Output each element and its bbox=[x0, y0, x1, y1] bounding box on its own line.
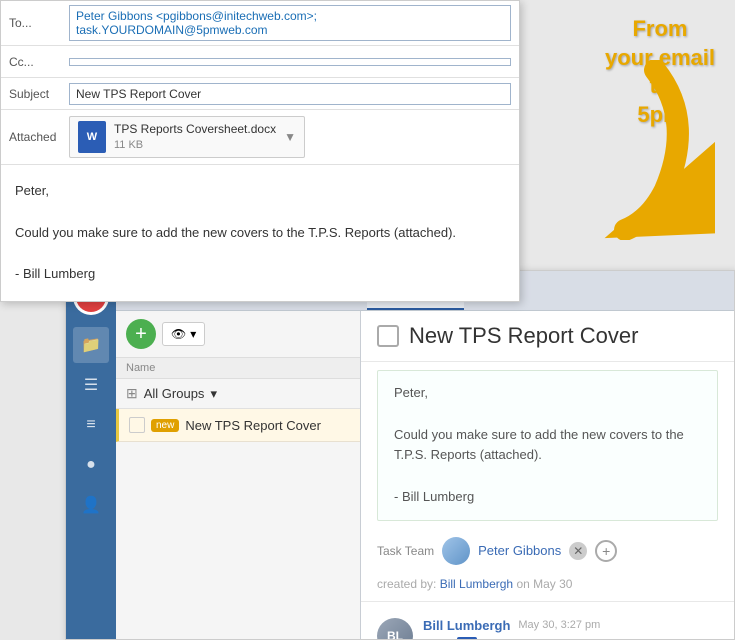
email-panel: To... Peter Gibbons <pgibbons@initechweb… bbox=[0, 0, 520, 302]
sidebar: n 📁 ☰ ≡ ● 👤 bbox=[66, 271, 116, 639]
to-label: To... bbox=[9, 16, 69, 30]
add-task-button[interactable]: + bbox=[126, 319, 156, 349]
attachment-info: TPS Reports Coversheet.docx 11 KB bbox=[114, 121, 276, 153]
team-label: Task Team bbox=[377, 544, 434, 558]
desc-main: Could you make sure to add the new cover… bbox=[394, 425, 701, 467]
member-avatar bbox=[442, 537, 470, 565]
created-label: created by: bbox=[377, 577, 436, 591]
to-field[interactable]: Peter Gibbons <pgibbons@initechweb.com>;… bbox=[69, 5, 511, 41]
app-panel: n 📁 ☰ ≡ ● 👤 📁 Projects ✓ My Tasks ℹ 💬 Ac… bbox=[65, 270, 735, 640]
attachment-name: TPS Reports Coversheet.docx bbox=[114, 121, 276, 138]
avatar-image bbox=[442, 537, 470, 565]
created-on-text: on May 30 bbox=[516, 577, 572, 591]
view-button[interactable]: 👁 ▾ bbox=[162, 322, 205, 346]
main-content: 📁 Projects ✓ My Tasks ℹ 💬 Activity Files bbox=[116, 271, 734, 639]
eye-icon: 👁 bbox=[171, 327, 186, 341]
attachment-dropdown-icon[interactable]: ▼ bbox=[284, 130, 296, 144]
activity-avatar: BL bbox=[377, 618, 413, 639]
email-main-text: Could you make sure to add the new cover… bbox=[15, 223, 505, 244]
annotation-arrow: From your email to 5pm bbox=[525, 10, 725, 210]
email-subject-row: Subject New TPS Report Cover bbox=[1, 78, 519, 110]
task-item[interactable]: new New TPS Report Cover bbox=[116, 409, 360, 442]
task-detail-checkbox[interactable] bbox=[377, 325, 399, 347]
created-by-name[interactable]: Bill Lumbergh bbox=[440, 577, 513, 591]
email-body: Peter, Could you make sure to add the ne… bbox=[1, 165, 519, 301]
task-checkbox[interactable] bbox=[129, 417, 145, 433]
activity-time: May 30, 3:27 pm bbox=[518, 619, 600, 631]
word-icon: W bbox=[78, 121, 106, 153]
task-description: Peter, Could you make sure to add the ne… bbox=[377, 370, 718, 521]
activity-person-name: Bill Lumbergh bbox=[423, 618, 510, 633]
task-team-row: Task Team Peter Gibbons ✕ + bbox=[361, 529, 734, 573]
task-name-label: New TPS Report Cover bbox=[185, 418, 321, 433]
add-member-button[interactable]: + bbox=[595, 540, 617, 562]
email-greeting: Peter, bbox=[15, 181, 505, 202]
left-column: + 👁 ▾ Name ⊞ All Groups ▾ new New TPS Re… bbox=[116, 311, 361, 639]
attachment-box[interactable]: W TPS Reports Coversheet.docx 11 KB ▼ bbox=[69, 116, 305, 158]
cc-field[interactable] bbox=[69, 58, 511, 66]
member-name: Peter Gibbons bbox=[478, 543, 561, 558]
email-to-row: To... Peter Gibbons <pgibbons@initechweb… bbox=[1, 1, 519, 46]
activity-header-row: Bill Lumbergh May 30, 3:27 pm bbox=[423, 618, 718, 633]
created-by-row: created by: Bill Lumbergh on May 30 bbox=[361, 573, 734, 601]
email-signature: - Bill Lumberg bbox=[15, 264, 505, 285]
activity-content: Bill Lumbergh May 30, 3:27 pm new W TPS … bbox=[423, 618, 718, 639]
group-name: All Groups bbox=[144, 386, 205, 401]
activity-section: BL Bill Lumbergh May 30, 3:27 pm new W T… bbox=[361, 601, 734, 639]
desc-sign: - Bill Lumberg bbox=[394, 487, 701, 508]
subject-field[interactable]: New TPS Report Cover bbox=[69, 83, 511, 105]
email-attached-row: Attached W TPS Reports Coversheet.docx 1… bbox=[1, 110, 519, 165]
attached-label: Attached bbox=[9, 130, 69, 144]
sidebar-icon-folder[interactable]: 📁 bbox=[73, 327, 109, 363]
remove-member-button[interactable]: ✕ bbox=[569, 542, 587, 560]
task-badge: new bbox=[151, 419, 179, 432]
arrow-svg bbox=[495, 60, 715, 240]
task-detail-title: New TPS Report Cover bbox=[409, 323, 638, 349]
cc-label: Cc... bbox=[9, 55, 69, 69]
toolbar: + 👁 ▾ bbox=[116, 311, 360, 358]
two-col-layout: + 👁 ▾ Name ⊞ All Groups ▾ new New TPS Re… bbox=[116, 311, 734, 639]
sidebar-icon-menu[interactable]: ☰ bbox=[73, 367, 109, 403]
sidebar-icon-chart[interactable]: ● bbox=[73, 447, 109, 483]
email-cc-row: Cc... bbox=[1, 46, 519, 78]
activity-entry: BL Bill Lumbergh May 30, 3:27 pm new W T… bbox=[377, 610, 718, 639]
group-header[interactable]: ⊞ All Groups ▾ bbox=[116, 379, 360, 409]
column-header: Name bbox=[116, 358, 360, 379]
attachment-size: 11 KB bbox=[114, 138, 276, 153]
right-column: New TPS Report Cover Peter, Could you ma… bbox=[361, 311, 734, 639]
group-arrow-icon: ▾ bbox=[210, 386, 217, 402]
group-folder-icon: ⊞ bbox=[126, 385, 138, 402]
task-detail-header: New TPS Report Cover bbox=[361, 311, 734, 362]
desc-greeting: Peter, bbox=[394, 383, 701, 404]
sidebar-icon-list[interactable]: ≡ bbox=[73, 407, 109, 443]
subject-label: Subject bbox=[9, 87, 69, 101]
view-arrow-icon: ▾ bbox=[190, 327, 196, 341]
sidebar-icon-user[interactable]: 👤 bbox=[73, 487, 109, 523]
